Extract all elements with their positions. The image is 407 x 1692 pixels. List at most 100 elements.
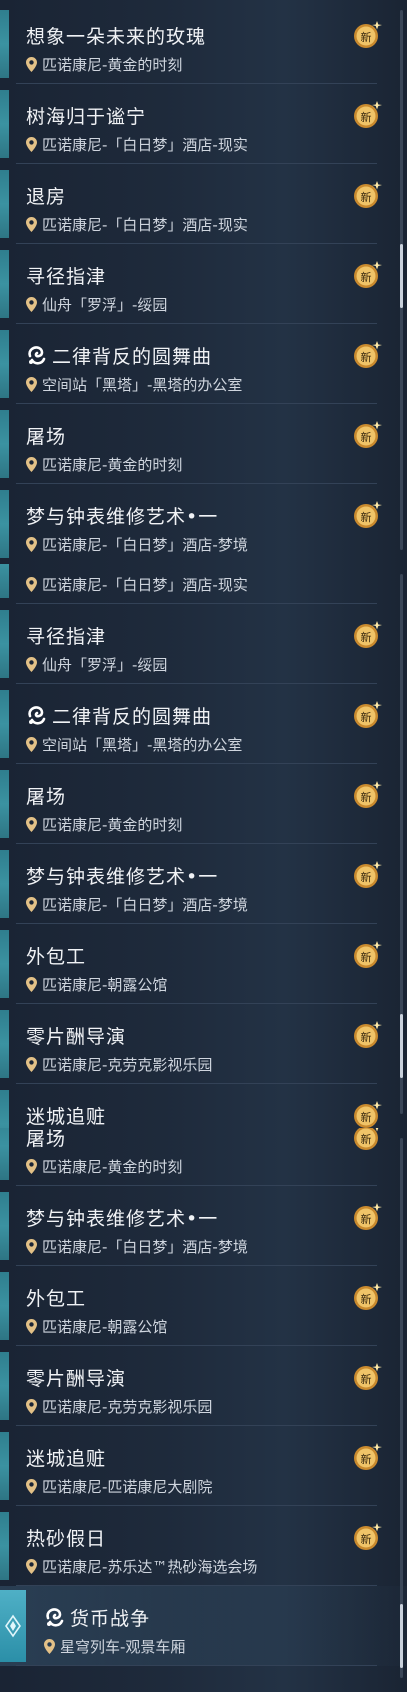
quest-row[interactable]: 二律背反的圆舞曲 空间站「黑塔」-黑塔的办公室 新 — [0, 684, 407, 764]
location-pin-icon — [26, 737, 37, 752]
new-badge-icon: 新 — [354, 501, 382, 528]
row-accent-stripe — [0, 770, 9, 838]
row-accent-stripe — [0, 1010, 9, 1078]
new-badge-icon: 新 — [354, 1443, 382, 1470]
quest-location: 匹诺康尼-朝露公馆 — [26, 1316, 167, 1337]
quest-row[interactable]: 迷城追赃 新 — [0, 1084, 407, 1128]
quest-row[interactable]: 外包工 匹诺康尼-朝露公馆 新 — [0, 924, 407, 1004]
svg-text:新: 新 — [361, 30, 372, 44]
row-accent-stripe — [0, 1432, 9, 1500]
location-pin-icon — [26, 137, 37, 152]
quest-location: 匹诺康尼-克劳克影视乐园 — [26, 1054, 212, 1075]
quest-location-text: 匹诺康尼-「白日梦」酒店-梦境 — [42, 536, 248, 554]
row-accent-stripe — [0, 850, 9, 918]
swirl-quest-icon — [28, 706, 46, 725]
quest-title: 梦与钟表维修艺术•一 — [26, 1208, 219, 1230]
quest-row-partial[interactable]: 匹诺康尼-「白日梦」酒店-现实 — [0, 564, 407, 604]
quest-location-text: 星穹列车-观景车厢 — [60, 1638, 186, 1656]
quest-location-text: 匹诺康尼-朝露公馆 — [42, 1318, 168, 1336]
location-pin-icon — [26, 897, 37, 912]
quest-location-text: 匹诺康尼-「白日梦」酒店-梦境 — [42, 1238, 248, 1256]
svg-text:新: 新 — [361, 1372, 372, 1386]
quest-location-text: 仙舟「罗浮」-绥园 — [42, 656, 168, 674]
quest-row[interactable]: 树海归于谧宁 匹诺康尼-「白日梦」酒店-现实 新 — [0, 84, 407, 164]
quest-row[interactable]: 退房 匹诺康尼-「白日梦」酒店-现实 新 — [0, 164, 407, 244]
scrollbar-thumb[interactable] — [400, 1014, 403, 1078]
quest-row[interactable]: 零片酬导演 匹诺康尼-克劳克影视乐园 新 — [0, 1004, 407, 1084]
quest-row-partial[interactable]: 屠场 匹诺康尼-黄金的时刻 新 — [0, 1128, 407, 1186]
row-accent-stripe — [0, 610, 9, 678]
quest-location-text: 匹诺康尼-克劳克影视乐园 — [42, 1398, 213, 1416]
quest-list-panel-1: 想象一朵未来的玫瑰 匹诺康尼-黄金的时刻 新 树海归于谧宁 匹诺康尼-「白日梦」… — [0, 0, 407, 564]
quest-title: 迷城追赃 — [26, 1448, 107, 1470]
quest-row[interactable]: 梦与钟表维修艺术•一 匹诺康尼-「白日梦」酒店-梦境 新 — [0, 484, 407, 564]
quest-title: 迷城追赃 — [26, 1106, 107, 1128]
new-badge-icon: 新 — [354, 21, 382, 48]
location-pin-icon — [44, 1639, 55, 1654]
svg-text:新: 新 — [361, 870, 372, 884]
quest-location-text: 匹诺康尼-黄金的时刻 — [42, 456, 183, 474]
quest-location: 匹诺康尼-「白日梦」酒店-现实 — [26, 574, 248, 595]
svg-text:新: 新 — [361, 790, 372, 804]
diamond-marker-icon — [5, 1614, 21, 1638]
row-accent-stripe — [0, 490, 9, 558]
location-pin-icon — [26, 1319, 37, 1334]
new-badge-icon: 新 — [354, 1021, 382, 1048]
quest-title: 二律背反的圆舞曲 — [26, 342, 212, 369]
row-accent-stripe — [0, 410, 9, 478]
location-pin-icon — [26, 457, 37, 472]
location-pin-icon — [26, 1559, 37, 1574]
svg-text:新: 新 — [361, 350, 372, 364]
quest-location: 星穹列车-观景车厢 — [44, 1636, 185, 1657]
quest-row[interactable]: 寻径指津 仙舟「罗浮」-绥园 新 — [0, 604, 407, 684]
location-pin-icon — [26, 1479, 37, 1494]
svg-text:新: 新 — [361, 1132, 372, 1146]
location-pin-icon — [26, 297, 37, 312]
svg-text:新: 新 — [361, 950, 372, 964]
swirl-quest-icon — [46, 1608, 64, 1627]
quest-row[interactable]: 热砂假日 匹诺康尼-苏乐达™热砂海选会场 新 — [0, 1506, 407, 1586]
new-badge-icon: 新 — [354, 261, 382, 288]
row-divider — [16, 1665, 377, 1666]
quest-location: 匹诺康尼-克劳克影视乐园 — [26, 1396, 212, 1417]
new-badge-icon: 新 — [354, 1523, 382, 1550]
new-badge-icon: 新 — [354, 781, 382, 808]
scrollbar-track[interactable] — [400, 1138, 403, 1678]
location-pin-icon — [26, 217, 37, 232]
row-accent-stripe — [0, 10, 9, 78]
quest-row[interactable]: 梦与钟表维修艺术•一 匹诺康尼-「白日梦」酒店-梦境 新 — [0, 1186, 407, 1266]
quest-row[interactable]: 迷城追赃 匹诺康尼-匹诺康尼大剧院 新 — [0, 1426, 407, 1506]
location-pin-icon — [26, 657, 37, 672]
scrollbar-thumb[interactable] — [400, 244, 403, 308]
svg-text:新: 新 — [361, 710, 372, 724]
location-pin-icon — [26, 977, 37, 992]
quest-row[interactable]: 寻径指津 仙舟「罗浮」-绥园 新 — [0, 244, 407, 324]
quest-title: 零片酬导演 — [26, 1368, 127, 1390]
scrollbar-thumb[interactable] — [400, 1604, 403, 1668]
row-accent-stripe — [0, 1192, 9, 1260]
quest-row[interactable]: 屠场 匹诺康尼-黄金的时刻 新 — [0, 764, 407, 844]
quest-row[interactable]: 梦与钟表维修艺术•一 匹诺康尼-「白日梦」酒店-梦境 新 — [0, 844, 407, 924]
location-pin-icon — [26, 1057, 37, 1072]
quest-location: 空间站「黑塔」-黑塔的办公室 — [26, 374, 242, 395]
quest-location: 匹诺康尼-黄金的时刻 — [26, 54, 182, 75]
quest-title-text: 货币战争 — [70, 1608, 151, 1630]
quest-row[interactable]: 二律背反的圆舞曲 空间站「黑塔」-黑塔的办公室 新 — [0, 324, 407, 404]
row-accent-stripe — [0, 1090, 9, 1128]
location-pin-icon — [26, 377, 37, 392]
quest-location-text: 匹诺康尼-「白日梦」酒店-现实 — [42, 216, 248, 234]
quest-row[interactable]: 外包工 匹诺康尼-朝露公馆 新 — [0, 1266, 407, 1346]
row-accent-stripe — [0, 1352, 9, 1420]
quest-row[interactable]: 屠场 匹诺康尼-黄金的时刻 新 — [0, 404, 407, 484]
new-badge-icon: 新 — [354, 1128, 379, 1150]
quest-location: 匹诺康尼-「白日梦」酒店-梦境 — [26, 894, 248, 915]
quest-title: 货币战争 — [44, 1604, 150, 1631]
quest-title-text: 二律背反的圆舞曲 — [52, 706, 213, 728]
location-pin-icon — [26, 817, 37, 832]
quest-row[interactable]: 零片酬导演 匹诺康尼-克劳克影视乐园 新 — [0, 1346, 407, 1426]
quest-location: 仙舟「罗浮」-绥园 — [26, 654, 167, 675]
svg-text:新: 新 — [361, 270, 372, 284]
quest-row-selected[interactable]: 货币战争 星穹列车-观景车厢 — [0, 1586, 407, 1666]
svg-text:新: 新 — [361, 1292, 372, 1306]
quest-row[interactable]: 想象一朵未来的玫瑰 匹诺康尼-黄金的时刻 新 — [0, 4, 407, 84]
